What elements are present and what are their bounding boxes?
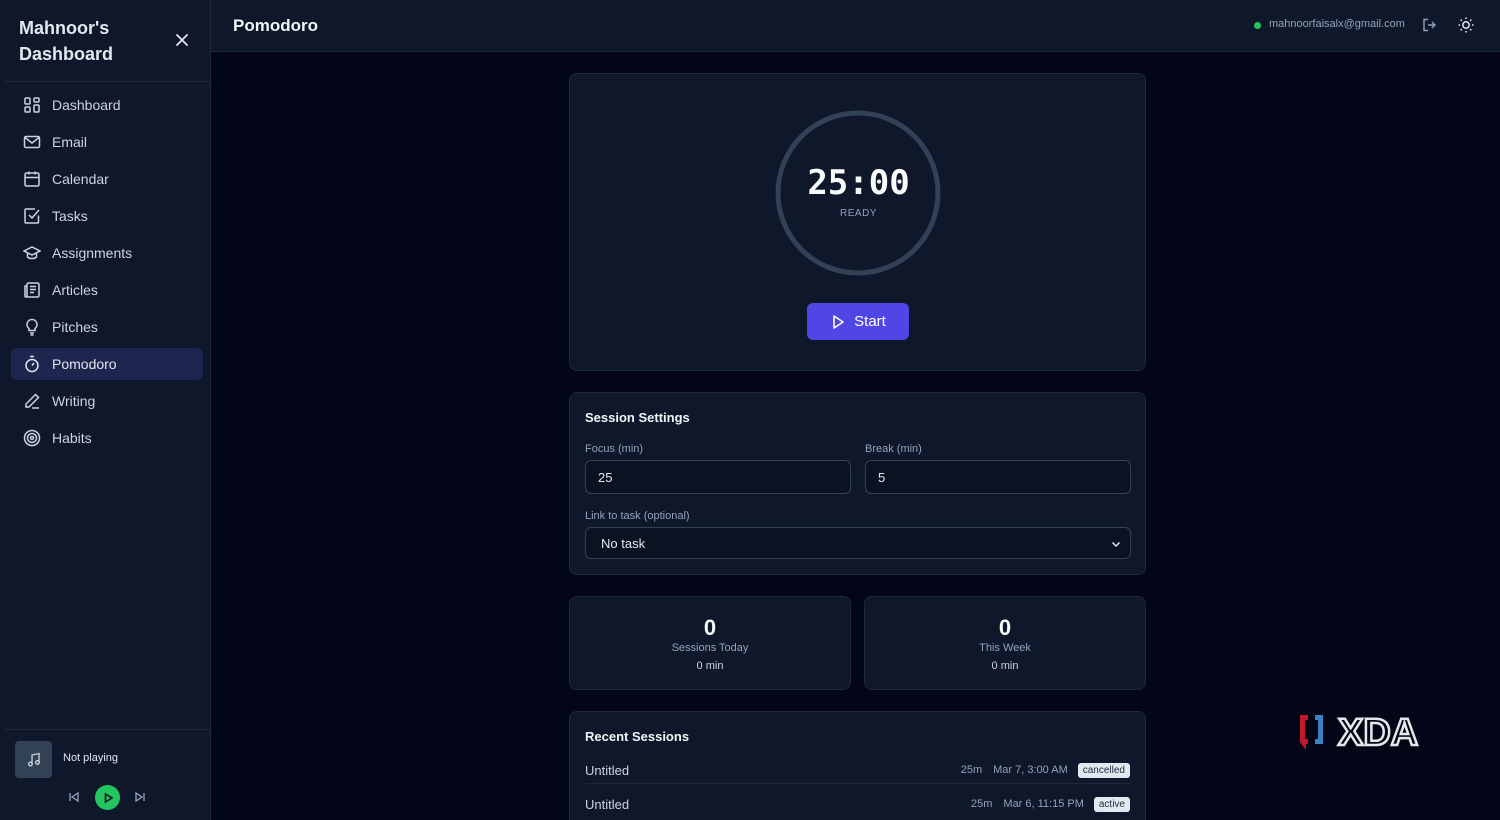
skip-forward-icon <box>135 791 145 803</box>
sidebar-nav: Dashboard Email Calendar Tasks Assignmen… <box>11 89 203 459</box>
sidebar-item-label: Assignments <box>52 245 133 261</box>
timer-display: 25:00 <box>807 163 910 203</box>
sidebar-divider <box>5 81 210 82</box>
session-row[interactable]: Untitled 25m Mar 6, 11:15 PM active <box>585 790 1130 818</box>
newspaper-icon <box>23 281 41 299</box>
sessions-today-card: 0 Sessions Today 0 min <box>569 596 851 690</box>
timer-card: 25:00 READY Start <box>569 73 1146 371</box>
sessions-today-count: 0 <box>703 615 717 640</box>
sidebar-item-assignments[interactable]: Assignments <box>11 237 203 269</box>
graduation-cap-icon <box>23 244 41 262</box>
sidebar-item-email[interactable]: Email <box>11 126 203 158</box>
recent-sessions-card: Recent Sessions Untitled 25m Mar 7, 3:00… <box>569 711 1146 820</box>
music-note-icon <box>27 752 40 766</box>
session-name: Untitled <box>585 762 630 778</box>
theme-toggle-button[interactable] <box>1457 16 1475 34</box>
sidebar-item-label: Articles <box>52 282 98 298</box>
sidebar-item-pomodoro[interactable]: Pomodoro <box>11 348 203 380</box>
sidebar-item-label: Habits <box>52 430 92 446</box>
previous-track-button[interactable] <box>66 789 82 805</box>
focus-minutes-input[interactable] <box>585 460 851 494</box>
player-divider <box>5 729 210 730</box>
top-header: Pomodoro mahnoorfaisalx@gmail.com <box>211 0 1500 52</box>
timer-icon <box>23 355 41 373</box>
sidebar-item-label: Pomodoro <box>52 356 117 372</box>
sidebar-item-label: Email <box>52 134 88 150</box>
session-date: Mar 6, 11:15 PM <box>1003 798 1084 810</box>
skip-back-icon <box>69 791 79 803</box>
sidebar-item-label: Calendar <box>52 171 109 187</box>
sessions-today-label: Sessions Today <box>671 642 749 654</box>
sessions-today-minutes: 0 min <box>696 660 724 672</box>
session-date: Mar 7, 3:00 AM <box>993 764 1068 776</box>
sidebar-item-label: Dashboard <box>52 97 121 113</box>
sidebar-item-calendar[interactable]: Calendar <box>11 163 203 195</box>
sidebar-item-pitches[interactable]: Pitches <box>11 311 203 343</box>
xda-watermark-logo: XDA <box>1300 712 1419 752</box>
sidebar-item-label: Writing <box>52 393 96 409</box>
next-track-button[interactable] <box>132 789 148 805</box>
pen-icon <box>23 392 41 410</box>
sidebar-item-dashboard[interactable]: Dashboard <box>11 89 203 121</box>
timer-state: READY <box>840 208 877 219</box>
section-title: Recent Sessions <box>585 729 690 744</box>
album-art <box>15 741 52 778</box>
lightbulb-icon <box>23 318 41 336</box>
session-row[interactable]: Untitled 25m Mar 7, 3:00 AM cancelled <box>585 756 1130 784</box>
sidebar-item-habits[interactable]: Habits <box>11 422 203 454</box>
chevron-down-icon <box>1111 541 1121 548</box>
session-settings-card: Session Settings Focus (min) Break (min)… <box>569 392 1146 575</box>
this-week-count: 0 <box>998 615 1012 640</box>
status-badge: cancelled <box>1077 762 1130 778</box>
start-button-label: Start <box>854 313 886 330</box>
close-icon <box>176 34 188 46</box>
this-week-label: This Week <box>979 642 1031 654</box>
play-icon <box>833 314 844 329</box>
now-playing-status: Not playing <box>63 752 119 764</box>
target-icon <box>23 429 41 447</box>
sidebar: Mahnoor's Dashboard Dashboard Email Cale… <box>0 0 211 820</box>
session-name: Untitled <box>585 796 630 812</box>
task-link-label: Link to task (optional) <box>585 510 690 522</box>
play-icon <box>104 792 114 803</box>
play-button[interactable] <box>95 785 120 810</box>
start-button[interactable]: Start <box>807 303 909 340</box>
dashboard-icon <box>23 96 41 114</box>
check-square-icon <box>23 207 41 225</box>
task-select-value: No task <box>601 535 646 551</box>
user-email: mahnoorfaisalx@gmail.com <box>1269 18 1405 30</box>
sidebar-item-label: Tasks <box>52 208 88 224</box>
this-week-minutes: 0 min <box>991 660 1019 672</box>
task-select[interactable]: No task <box>585 527 1131 559</box>
session-duration: 25m <box>970 798 993 810</box>
calendar-icon <box>23 170 41 188</box>
break-minutes-input[interactable] <box>865 460 1131 494</box>
section-title: Session Settings <box>585 410 690 425</box>
sidebar-item-label: Pitches <box>52 319 98 335</box>
sidebar-item-articles[interactable]: Articles <box>11 274 203 306</box>
close-sidebar-button[interactable] <box>172 30 192 50</box>
sidebar-item-tasks[interactable]: Tasks <box>11 200 203 232</box>
session-duration: 25m <box>960 764 983 776</box>
mail-icon <box>23 133 41 151</box>
logout-icon <box>1423 18 1436 32</box>
status-badge: active <box>1093 796 1130 812</box>
brand-title: Mahnoor's Dashboard <box>19 18 114 64</box>
focus-label: Focus (min) <box>585 443 644 455</box>
watermark-text: XDA <box>1338 712 1418 752</box>
online-status-dot <box>1254 22 1261 29</box>
row-divider <box>585 783 1130 784</box>
logout-button[interactable] <box>1421 17 1437 33</box>
sun-icon <box>1458 17 1474 33</box>
sidebar-item-writing[interactable]: Writing <box>11 385 203 417</box>
break-label: Break (min) <box>865 443 922 455</box>
this-week-card: 0 This Week 0 min <box>864 596 1146 690</box>
page-title: Pomodoro <box>233 16 318 35</box>
